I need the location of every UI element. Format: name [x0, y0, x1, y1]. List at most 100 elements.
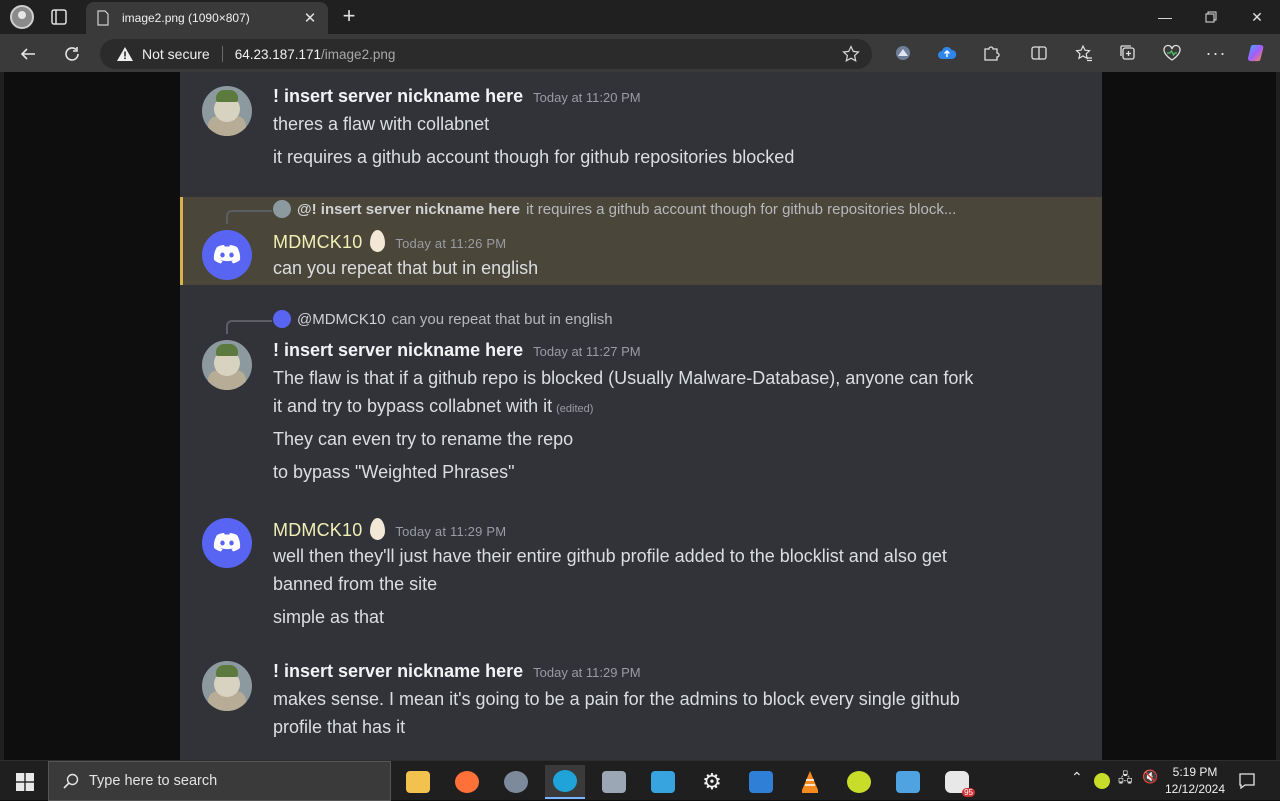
clock-time: 5:19 PM — [1172, 765, 1218, 779]
user-avatar — [202, 340, 252, 390]
system-clock[interactable]: 5:19 PM 12/12/2024 — [1162, 764, 1228, 798]
message-text: it and try to bypass collabnet with it (e… — [273, 396, 594, 416]
download-app-icon[interactable] — [888, 765, 928, 799]
timestamp: Today at 11:27 PM — [533, 344, 641, 359]
user-avatar — [202, 661, 252, 711]
plus-app-icon[interactable] — [839, 765, 879, 799]
collections-icon[interactable] — [1118, 43, 1138, 63]
browser-window: image2.png (1090×807) ✕ + — ✕ Not secure… — [0, 0, 1280, 760]
cloud-upload-icon[interactable] — [937, 43, 957, 63]
file-explorer-icon[interactable] — [398, 765, 438, 799]
address-bar[interactable]: Not secure 64.23.187.171/image2.png — [100, 39, 872, 69]
refresh-icon — [65, 47, 79, 61]
egg-icon — [370, 518, 386, 540]
reply-text: it requires a github account though for … — [526, 200, 957, 218]
message-text: well then they'll just have their entire… — [273, 546, 947, 566]
reply-avatar — [273, 200, 291, 218]
message-text: The flaw is that if a github repo is blo… — [273, 368, 974, 388]
document-icon — [97, 10, 109, 26]
back-arrow-icon — [20, 48, 35, 60]
author-name: ! insert server nickname here Today at 11… — [273, 340, 641, 360]
notification-center-icon[interactable] — [1238, 772, 1256, 790]
restore-icon — [1205, 11, 1217, 23]
settings-gear-icon[interactable]: ⚙ — [692, 765, 732, 799]
tray-app-icon[interactable] — [1094, 773, 1110, 789]
message-text: can you repeat that but in english — [273, 258, 539, 278]
extensions-puzzle-icon[interactable] — [981, 43, 1001, 63]
edited-label: (edited) — [556, 403, 594, 415]
message-text: it requires a github account though for … — [273, 147, 795, 167]
app-window-icon[interactable] — [594, 765, 634, 799]
reply-preview[interactable]: @! insert server nickname here it requir… — [273, 200, 956, 218]
message-text: simple as that — [273, 607, 385, 627]
discord-avatar-icon — [202, 518, 252, 568]
timestamp: Today at 11:29 PM — [533, 665, 641, 680]
reply-preview[interactable]: @MDMCK10 can you repeat that but in engl… — [273, 310, 613, 328]
tab-title: image2.png (1090×807) — [122, 11, 250, 25]
skype-icon[interactable]: 95 — [937, 765, 977, 799]
warning-icon — [117, 47, 133, 61]
url-path: /image2.png — [321, 46, 396, 62]
message-text: makes sense. I mean it's going to be a p… — [273, 689, 960, 709]
restore-button[interactable] — [1188, 0, 1234, 34]
timestamp: Today at 11:26 PM — [395, 236, 507, 251]
favorite-star-icon[interactable] — [842, 45, 860, 63]
message-text: to bypass "Weighted Phrases" — [273, 462, 515, 482]
message-text: They can even try to rename the repo — [273, 429, 574, 449]
tab-close-icon[interactable]: ✕ — [302, 9, 318, 27]
refresh-button[interactable] — [59, 41, 85, 67]
egg-icon — [370, 230, 386, 252]
firefox-icon[interactable] — [447, 765, 487, 799]
close-window-button[interactable]: ✕ — [1234, 0, 1280, 34]
clock-date: 12/12/2024 — [1164, 782, 1226, 796]
security-status[interactable]: Not secure — [142, 46, 210, 62]
network-icon[interactable]: 🖧 — [1118, 769, 1133, 791]
search-icon — [63, 773, 79, 789]
minimize-button[interactable]: — — [1142, 0, 1188, 34]
tab-strip: image2.png (1090×807) ✕ + — ✕ — [0, 0, 1280, 34]
edge-icon[interactable] — [545, 765, 585, 799]
discord-avatar-icon — [202, 230, 252, 280]
navigation-bar: Not secure 64.23.187.171/image2.png ··· — [0, 34, 1280, 72]
author-name: MDMCK10 Today at 11:29 PM — [273, 518, 507, 540]
display-app-icon[interactable] — [643, 765, 683, 799]
user-avatar — [202, 86, 252, 136]
url-host: 64.23.187.171 — [234, 46, 322, 62]
split-screen-icon[interactable] — [1029, 43, 1049, 63]
browser-essentials-icon[interactable] — [1162, 43, 1182, 63]
message-text: banned from the site — [273, 574, 438, 594]
timestamp: Today at 11:20 PM — [533, 90, 641, 105]
image-content: ! insert server nickname here Today at 11… — [180, 72, 1102, 760]
new-tab-button[interactable]: + — [338, 4, 360, 28]
tab-image2[interactable]: image2.png (1090×807) ✕ — [86, 2, 328, 34]
divider — [221, 46, 223, 62]
reply-connector — [226, 210, 272, 224]
more-options-icon[interactable]: ··· — [1206, 43, 1226, 63]
notification-badge: 95 — [962, 788, 975, 797]
vlc-icon[interactable] — [790, 765, 830, 799]
search-placeholder: Type here to search — [89, 773, 218, 789]
extension-icon[interactable] — [893, 43, 913, 63]
taskbar-search[interactable]: Type here to search — [48, 761, 391, 801]
reply-text: can you repeat that but in english — [391, 310, 613, 328]
favorites-icon[interactable] — [1074, 43, 1094, 63]
copilot-icon[interactable] — [1247, 43, 1267, 63]
author-name: ! insert server nickname here Today at 11… — [273, 661, 641, 681]
reply-author: @MDMCK10 — [297, 310, 386, 328]
reply-avatar — [273, 310, 291, 328]
author-name: MDMCK10 Today at 11:26 PM — [273, 230, 507, 252]
windows-start-icon[interactable] — [16, 773, 34, 791]
app-icon[interactable] — [496, 765, 536, 799]
tab-actions-icon[interactable] — [50, 8, 68, 26]
page-viewport: ! insert server nickname here Today at 11… — [4, 72, 1276, 760]
profile-avatar-icon[interactable] — [10, 5, 34, 29]
reply-connector — [226, 320, 272, 334]
back-button[interactable] — [15, 41, 41, 67]
windows-taskbar: Type here to search ⚙ 95 ⌃ 🖧 🔇 5:19 PM 1… — [0, 760, 1280, 801]
timestamp: Today at 11:29 PM — [395, 524, 507, 539]
chevron-up-icon[interactable]: ⌃ — [1071, 769, 1083, 786]
window-app-icon[interactable] — [741, 765, 781, 799]
message-text: profile that has it — [273, 717, 406, 737]
volume-muted-icon[interactable]: 🔇 — [1142, 769, 1158, 785]
author-name: ! insert server nickname here Today at 11… — [273, 86, 641, 106]
